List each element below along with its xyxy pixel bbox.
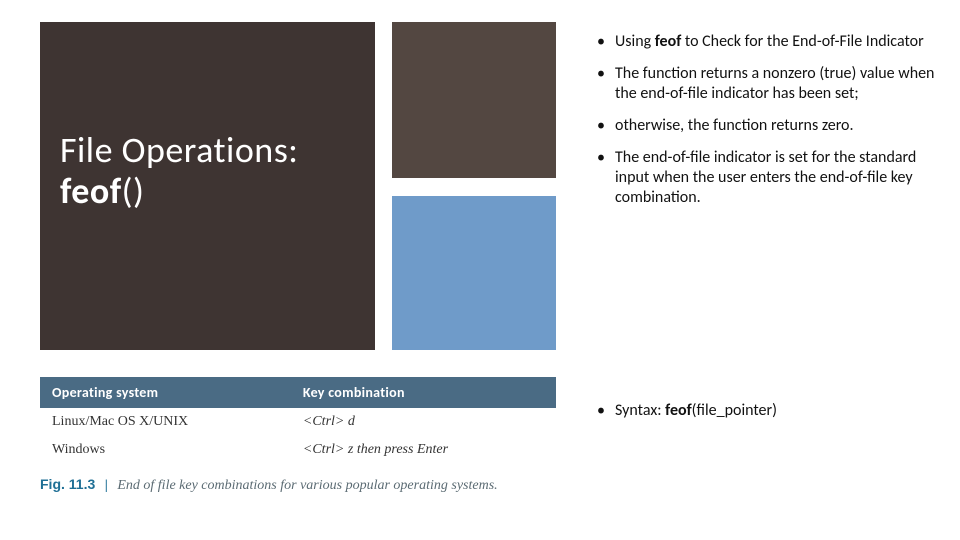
cell-key: <Ctrl> d: [291, 408, 556, 436]
caption-bar: |: [99, 478, 114, 493]
key-combo-table: Operating system Key combination Linux/M…: [40, 377, 556, 464]
title-fn: feof: [60, 169, 122, 213]
bullet-1-strong: feof: [655, 32, 682, 51]
th-key: Key combination: [291, 377, 556, 408]
bullet-4: The end-of-file indicator is set for the…: [597, 148, 937, 208]
syntax-bullet: Syntax: feof(file_pointer): [597, 400, 937, 422]
key-letter: d: [348, 414, 355, 429]
caption-figno: Fig. 11.3: [40, 476, 95, 492]
slide: File Operations: feof() Using feof to Ch…: [0, 0, 960, 540]
table-row: Linux/Mac OS X/UNIX <Ctrl> d: [40, 408, 556, 436]
decor-block-brown: [392, 22, 556, 178]
syntax-fn: feof: [665, 401, 692, 420]
figure-caption: Fig. 11.3 | End of file key combinations…: [40, 476, 556, 494]
key-mod: <Ctrl>: [303, 442, 348, 457]
cell-os: Linux/Mac OS X/UNIX: [40, 408, 291, 436]
figure-table: Operating system Key combination Linux/M…: [40, 377, 556, 494]
bullet-2: The function returns a nonzero (true) va…: [597, 64, 937, 104]
slide-title: File Operations: feof(): [60, 130, 360, 213]
syntax-label: Syntax:: [615, 401, 662, 420]
title-paren: (): [122, 169, 145, 213]
cell-os: Windows: [40, 436, 291, 464]
key-post: then press Enter: [353, 442, 448, 457]
bullet-1-post: to Check for the End-of-File Indicator: [681, 32, 923, 51]
cell-key: <Ctrl> z then press Enter: [291, 436, 556, 464]
title-line1: File Operations:: [60, 128, 298, 172]
bullet-syntax: Syntax: feof(file_pointer): [597, 400, 937, 422]
bullet-3: otherwise, the function returns zero.: [597, 116, 937, 136]
caption-text: End of file key combinations for various…: [117, 478, 497, 493]
bullet-1-pre: Using: [615, 32, 655, 51]
decor-block-blue: [392, 196, 556, 350]
table-row: Windows <Ctrl> z then press Enter: [40, 436, 556, 464]
bullet-1: Using feof to Check for the End-of-File …: [597, 32, 937, 52]
syntax-arg: (file_pointer): [692, 401, 777, 420]
th-os: Operating system: [40, 377, 291, 408]
bullet-list: Using feof to Check for the End-of-File …: [597, 32, 937, 220]
key-mod: <Ctrl>: [303, 414, 348, 429]
